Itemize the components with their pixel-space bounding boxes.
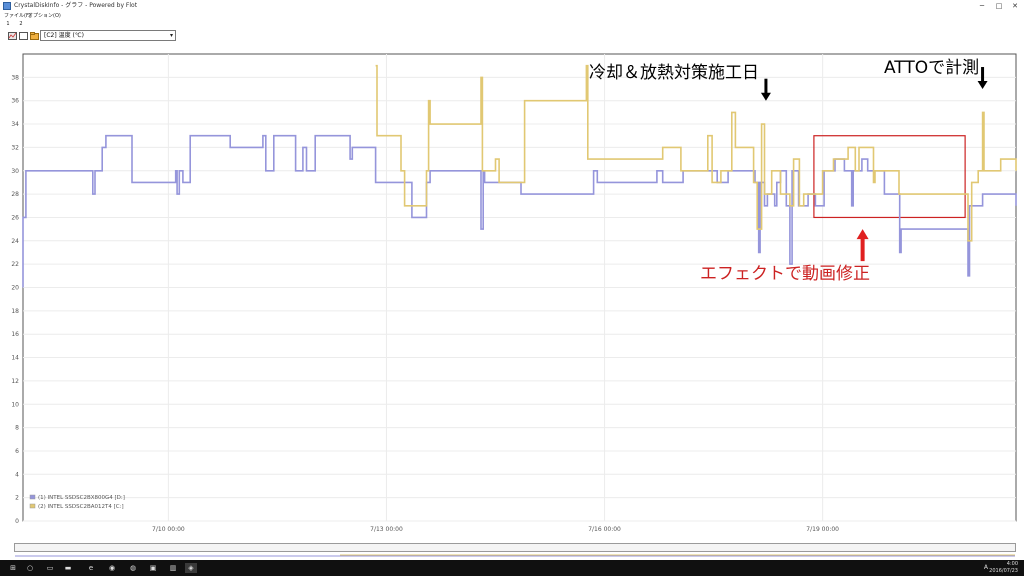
menu-options[interactable]: オプション(O) [28,12,61,20]
task-view-icon[interactable]: ▭ [45,563,55,573]
menu-bar: ファイル(F) オプション(O) [0,12,1024,20]
y-tick-label: 4 [15,471,19,478]
legend-label: (1) INTEL SSDSC2BX800G4 [D:] [38,495,125,501]
y-tick-label: 2 [15,495,19,502]
close-button[interactable]: ✕ [1009,1,1021,11]
x-tick-label: 7/13 00:00 [370,526,403,533]
chrome-icon[interactable]: ◉ [107,563,117,573]
clock-date: 2016/07/23 [989,568,1018,574]
x-tick-label: 7/16 00:00 [588,526,621,533]
y-tick-label: 36 [11,98,19,105]
window-title-bar[interactable]: CrystalDiskInfo - グラフ - Powered by Flot … [0,0,1024,12]
window-icon[interactable] [19,32,28,40]
minimize-button[interactable]: ─ [976,1,988,11]
legend-swatch [29,494,36,500]
annotation-text: 冷却＆放熱対策施工日 [589,63,759,83]
y-tick-label: 30 [11,168,19,175]
y-tick-label: 6 [15,448,19,455]
folder-icon[interactable] [30,32,39,40]
temperature-chart[interactable]: 024681012141618202224262830323436387/10 … [0,52,1024,542]
window-title: CrystalDiskInfo - グラフ - Powered by Flot [14,2,138,9]
y-tick-label: 32 [11,144,19,151]
y-tick-label: 12 [11,378,19,385]
overview-sparkline [15,554,1015,557]
graph-settings-icon[interactable] [8,32,17,40]
y-tick-label: 26 [11,214,19,221]
y-tick-label: 34 [11,121,19,128]
media-icon[interactable]: ▣ [148,563,158,573]
annotation-text: ATTOで計測 [884,58,979,78]
tab-1[interactable]: 1 [2,20,14,28]
tab-2[interactable]: 2 [15,20,27,28]
y-tick-label: 0 [15,518,19,525]
firefox-icon[interactable]: ◍ [128,563,138,573]
y-tick-label: 10 [11,401,19,408]
annotation-text: エフェクトで動画修正 [700,264,870,284]
app-icon[interactable]: ▥ [168,563,178,573]
y-tick-label: 38 [11,74,19,81]
y-tick-label: 22 [11,261,19,268]
y-tick-label: 24 [11,238,19,245]
maximize-button[interactable]: □ [993,1,1005,11]
clock-time: 4:00 [1006,561,1018,567]
legend-label: (2) INTEL SSDSC2BA012T4 [C:] [38,504,124,510]
overview-scrollbar[interactable] [14,543,1016,557]
legend-swatch [29,503,36,509]
windows-logo-icon[interactable]: ⊞ [8,563,18,573]
y-tick-label: 18 [11,308,19,315]
file-explorer-icon[interactable]: ▬ [63,563,73,573]
y-tick-label: 28 [11,191,19,198]
windows-taskbar: ⊞○▭▬e◉◍▣▥⚙◈A4:002016/07/23 [0,560,1024,576]
crystaldiskinfo-app-icon [3,2,11,10]
chevron-down-icon: ▾ [169,32,173,39]
y-tick-label: 20 [11,285,19,292]
menu-file[interactable]: ファイル(F) [4,12,31,20]
tab-strip: 1 2 [0,20,1024,28]
x-tick-label: 7/10 00:00 [152,526,185,533]
crystaldiskinfo-icon[interactable]: ◈ [185,563,197,573]
y-tick-label: 16 [11,331,19,338]
y-tick-label: 8 [15,425,19,432]
x-tick-label: 7/19 00:00 [806,526,839,533]
taskbar-clock[interactable]: 4:00 2016/07/23 [978,561,1018,575]
internet-explorer-icon[interactable]: e [86,563,96,573]
y-tick-label: 14 [11,355,19,362]
attribute-select-value: [C2] 温度 (℃) [44,32,84,39]
search-icon[interactable]: ○ [25,563,35,573]
attribute-select[interactable]: [C2] 温度 (℃) ▾ [40,30,176,41]
